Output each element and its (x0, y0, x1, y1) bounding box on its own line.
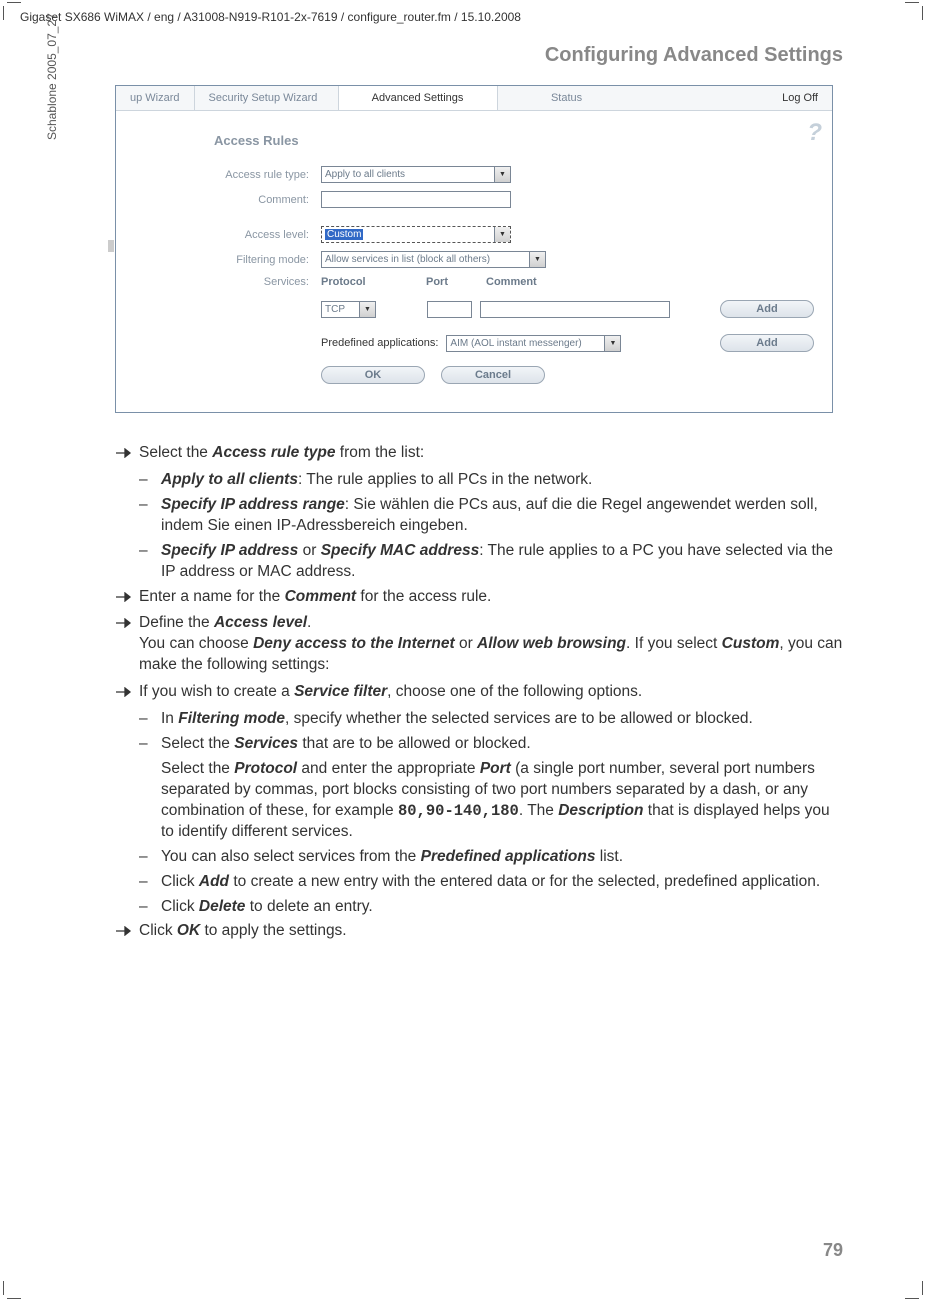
port-input[interactable] (427, 301, 472, 318)
arrow-icon (115, 926, 139, 942)
scroll-marker (108, 240, 114, 252)
col-comment: Comment (486, 276, 537, 288)
predefined-apps-select[interactable]: AIM (AOL instant messenger) ▼ (446, 335, 621, 352)
router-ui-screenshot: up Wizard Security Setup Wizard Advanced… (115, 85, 833, 413)
tab-bar: up Wizard Security Setup Wizard Advanced… (116, 86, 832, 111)
arrow-icon (115, 448, 139, 464)
arrow-icon (115, 618, 139, 676)
protocol-value: TCP (325, 304, 345, 315)
page-number: 79 (823, 1240, 843, 1261)
tab-status[interactable]: Status (498, 86, 636, 110)
access-level-select[interactable]: Custom ▼ (321, 226, 511, 243)
predefined-apps-value: AIM (AOL instant messenger) (450, 338, 581, 349)
panel-title: Access Rules (214, 133, 814, 148)
chevron-down-icon: ▼ (494, 227, 510, 242)
filtering-mode-label: Filtering mode: (134, 254, 321, 266)
filtering-mode-value: Allow services in list (block all others… (325, 254, 490, 265)
section-title: Configuring Advanced Settings (115, 44, 883, 67)
chevron-down-icon: ▼ (529, 252, 545, 267)
col-port: Port (426, 276, 486, 288)
access-level-label: Access level: (134, 229, 321, 241)
predefined-apps-label: Predefined applications: (321, 337, 438, 349)
tab-setup-wizard[interactable]: up Wizard (116, 86, 195, 110)
access-rule-type-select[interactable]: Apply to all clients ▼ (321, 166, 511, 183)
arrow-icon (115, 687, 139, 703)
header-path: Gigaset SX686 WiMAX / eng / A31008-N919-… (20, 10, 883, 24)
ok-button[interactable]: OK (321, 366, 425, 384)
logoff-link[interactable]: Log Off (768, 86, 832, 110)
protocol-select[interactable]: TCP ▼ (321, 301, 376, 318)
filtering-mode-select[interactable]: Allow services in list (block all others… (321, 251, 546, 268)
services-label: Services: (134, 276, 321, 288)
chevron-down-icon: ▼ (604, 336, 620, 351)
access-rule-type-value: Apply to all clients (325, 169, 405, 180)
add-service-button[interactable]: Add (720, 300, 814, 318)
access-level-value: Custom (325, 229, 363, 240)
tab-advanced-settings[interactable]: Advanced Settings (339, 86, 498, 110)
chevron-down-icon: ▼ (359, 302, 375, 317)
chevron-down-icon: ▼ (494, 167, 510, 182)
access-rule-type-label: Access rule type: (134, 169, 321, 181)
service-comment-input[interactable] (480, 301, 670, 318)
help-icon[interactable]: ? (807, 119, 822, 147)
comment-input[interactable] (321, 191, 511, 208)
document-content: Select the Access rule type from the lis… (115, 443, 883, 942)
tab-security-wizard[interactable]: Security Setup Wizard (195, 86, 339, 110)
comment-label: Comment: (134, 194, 321, 206)
add-predefined-button[interactable]: Add (720, 334, 814, 352)
col-protocol: Protocol (321, 276, 426, 288)
template-version-label: Schablone 2005_07_27 (45, 13, 59, 140)
cancel-button[interactable]: Cancel (441, 366, 545, 384)
arrow-icon (115, 592, 139, 608)
